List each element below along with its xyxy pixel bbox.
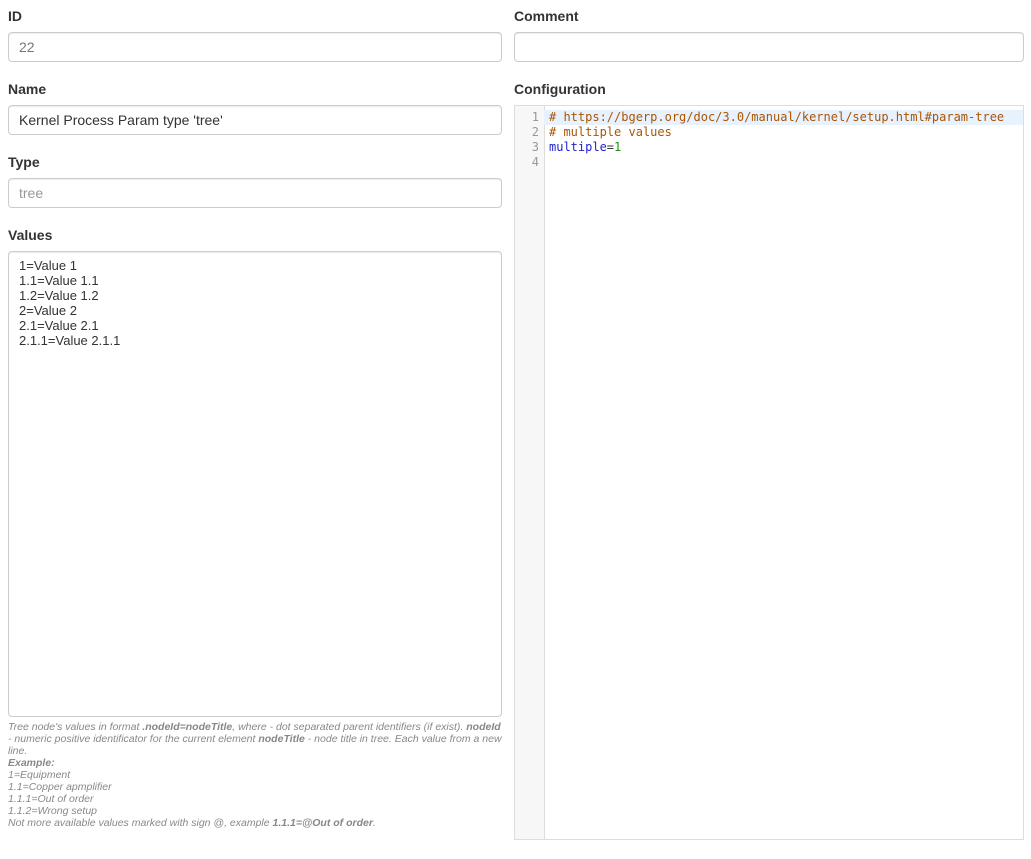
- type-label: Type: [8, 154, 502, 170]
- comment-input[interactable]: [514, 32, 1024, 62]
- comment-label: Comment: [514, 8, 1024, 24]
- help-line: 1.1.2=Wrong setup: [8, 805, 502, 817]
- field-group-comment: Comment: [514, 8, 1024, 62]
- values-textarea[interactable]: 1=Value 1 1.1=Value 1.1 1.2=Value 1.2 2=…: [8, 251, 502, 717]
- id-label: ID: [8, 8, 502, 24]
- editor-line-code: multiple=1: [544, 140, 1023, 155]
- help-line: Not more available values marked with si…: [8, 817, 502, 829]
- editor-line-code: [544, 155, 1023, 170]
- field-group-type: Type: [8, 154, 502, 208]
- editor-line[interactable]: 3multiple=1: [515, 140, 1023, 155]
- type-input[interactable]: [8, 178, 502, 208]
- right-column: Comment Configuration 1# https://bgerp.o…: [514, 8, 1024, 859]
- configuration-code-editor[interactable]: 1# https://bgerp.org/doc/3.0/manual/kern…: [514, 105, 1024, 840]
- help-line: 1=Equipment: [8, 769, 502, 781]
- line-number: 3: [515, 140, 544, 155]
- editor-lines: 1# https://bgerp.org/doc/3.0/manual/kern…: [515, 106, 1023, 174]
- id-input[interactable]: [8, 32, 502, 62]
- values-help-text: Tree node's values in format .nodeId=nod…: [8, 721, 502, 829]
- line-number: 2: [515, 125, 544, 140]
- editor-line-code: # https://bgerp.org/doc/3.0/manual/kerne…: [544, 110, 1023, 125]
- param-edit-form: ID Name Type Values 1=Value 1 1.1=Value …: [0, 0, 1031, 859]
- help-line: Tree node's values in format .nodeId=nod…: [8, 721, 502, 757]
- line-number: 1: [515, 110, 544, 125]
- help-line: Example:: [8, 757, 502, 769]
- help-line: 1.1.1=Out of order: [8, 793, 502, 805]
- editor-line[interactable]: 4: [515, 155, 1023, 170]
- configuration-label: Configuration: [514, 81, 1024, 97]
- editor-line[interactable]: 1# https://bgerp.org/doc/3.0/manual/kern…: [515, 110, 1023, 125]
- editor-line[interactable]: 2# multiple values: [515, 125, 1023, 140]
- field-group-id: ID: [8, 8, 502, 62]
- name-input[interactable]: [8, 105, 502, 135]
- line-number: 4: [515, 155, 544, 170]
- name-label: Name: [8, 81, 502, 97]
- editor-line-code: # multiple values: [544, 125, 1023, 140]
- field-group-values: Values 1=Value 1 1.1=Value 1.1 1.2=Value…: [8, 227, 502, 717]
- field-group-name: Name: [8, 81, 502, 135]
- help-line: 1.1=Copper apmplifier: [8, 781, 502, 793]
- left-column: ID Name Type Values 1=Value 1 1.1=Value …: [8, 8, 502, 859]
- field-group-configuration: Configuration 1# https://bgerp.org/doc/3…: [514, 81, 1024, 840]
- values-label: Values: [8, 227, 502, 243]
